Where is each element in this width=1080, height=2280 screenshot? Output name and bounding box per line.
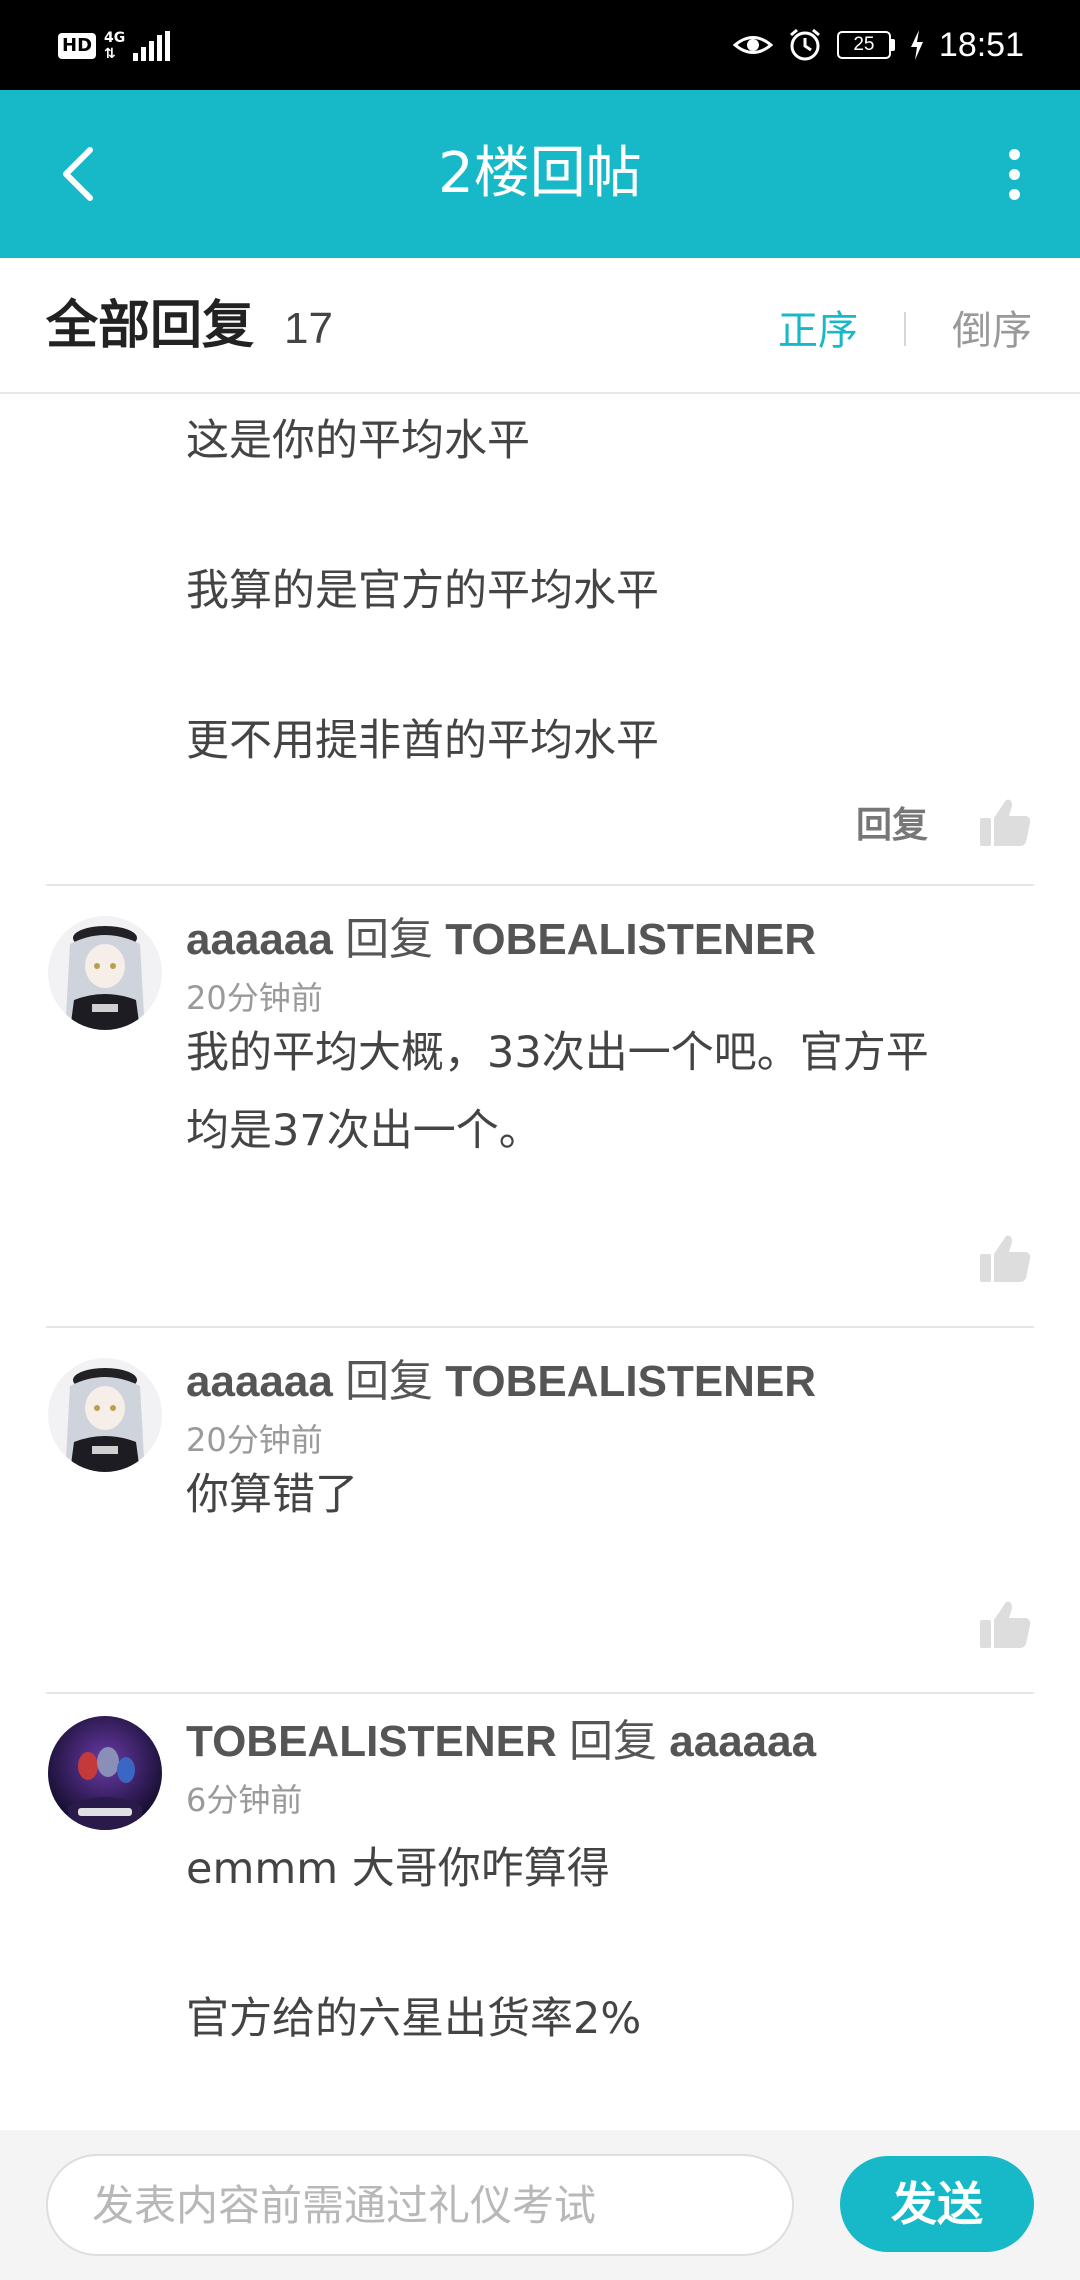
sort-divider	[904, 312, 906, 346]
reply-word: 回复	[569, 1717, 658, 1766]
comment-input[interactable]	[48, 2156, 792, 2254]
thumbs-up-icon[interactable]	[978, 1600, 1032, 1650]
thumbs-up-icon[interactable]	[978, 1234, 1032, 1284]
list-item: aaaaaa 回复 TOBEALISTENER 20分钟前 我的平均大概，33次…	[0, 886, 1080, 1326]
avatar[interactable]	[48, 916, 162, 1030]
reply-word: 回复	[345, 915, 434, 964]
data-arrows-icon: ⇅	[104, 46, 116, 62]
hd-badge: HD	[58, 33, 97, 59]
reply-button[interactable]: 回复	[856, 802, 928, 850]
charging-icon	[910, 30, 923, 60]
battery-level: 25	[836, 31, 891, 59]
reply-body-line: 官方给的六星出货率2%	[186, 1994, 642, 2044]
network-type: 4G ⇅	[104, 30, 125, 62]
more-vertical-icon	[1008, 148, 1020, 160]
list-item: aaaaaa 回复 TOBEALISTENER 20分钟前 你算错了	[0, 1328, 1080, 1692]
status-right: 25 18:51	[732, 22, 1024, 68]
battery-icon: 25	[836, 31, 895, 59]
reply-header: aaaaaa 回复 TOBEALISTENER	[186, 912, 816, 968]
avatar[interactable]	[48, 1358, 162, 1472]
reply-author[interactable]: aaaaaa	[186, 1357, 333, 1406]
status-bar: HD 4G ⇅ 25 18:51	[0, 0, 1080, 90]
reply-body-line: 更不用提非酋的平均水平	[186, 716, 659, 766]
page-title: 2楼回帖	[438, 141, 642, 206]
sort-ascending-tab[interactable]: 正序	[778, 306, 858, 356]
replies-header: 全部回复 17 正序 倒序	[0, 258, 1080, 394]
alarm-icon	[789, 28, 820, 61]
eye-comfort-icon	[732, 36, 773, 54]
replies-list[interactable]: 这是你的平均水平 我算的是官方的平均水平 更不用提非酋的平均水平 回复 aaaa…	[0, 394, 1080, 2130]
status-left: HD 4G ⇅	[58, 24, 171, 68]
signal-icon	[133, 31, 171, 61]
reply-body: 我的平均大概，33次出一个吧。官方平 均是37次出一个。	[186, 1014, 1026, 1170]
replies-count: 17	[284, 304, 333, 353]
reply-time: 20分钟前	[186, 979, 323, 1017]
reply-body: 这是你的平均水平 我算的是官方的平均水平 更不用提非酋的平均水平	[186, 394, 1026, 816]
reply-body-line: 这是你的平均水平	[186, 416, 530, 466]
reply-body: 你算错了	[186, 1456, 1026, 1534]
thumbs-up-icon[interactable]	[978, 798, 1032, 848]
reply-body-line: 我算的是官方的平均水平	[186, 566, 659, 616]
list-item: 这是你的平均水平 我算的是官方的平均水平 更不用提非酋的平均水平 回复	[0, 394, 1080, 884]
reply-body-line: 你算错了	[186, 1470, 358, 1520]
reply-body-line: emmm 大哥你咋算得	[186, 1844, 610, 1894]
clock: 18:51	[938, 25, 1024, 64]
more-menu-button[interactable]	[984, 134, 1044, 214]
comment-input-wrapper	[46, 2154, 794, 2256]
reply-author[interactable]: aaaaaa	[186, 915, 333, 964]
avatar-image	[48, 1358, 162, 1472]
app-header: 2楼回帖	[0, 90, 1080, 258]
reply-body-line: 我的平均大概，33次出一个吧。官方平	[186, 1028, 929, 1078]
network-label: 4G	[104, 30, 126, 46]
reply-body-line: 均是37次出一个。	[186, 1106, 542, 1156]
reply-target[interactable]: TOBEALISTENER	[445, 915, 816, 964]
reply-body: emmm 大哥你咋算得 官方给的六星出货率2%	[186, 1794, 1026, 2094]
avatar-image	[48, 916, 162, 1030]
reply-word: 回复	[345, 1357, 434, 1406]
list-item: TOBEALISTENER 回复 aaaaaa 6分钟前 emmm 大哥你咋算得…	[0, 1694, 1080, 2130]
reply-target[interactable]: TOBEALISTENER	[445, 1357, 816, 1406]
avatar[interactable]	[48, 1716, 162, 1830]
avatar-image	[48, 1716, 162, 1830]
reply-time: 20分钟前	[186, 1421, 323, 1459]
reply-target[interactable]: aaaaaa	[669, 1717, 816, 1766]
sort-descending-tab[interactable]: 倒序	[952, 306, 1032, 356]
reply-header: aaaaaa 回复 TOBEALISTENER	[186, 1354, 816, 1410]
comment-input-bar: 发送	[0, 2130, 1080, 2280]
reply-header: TOBEALISTENER 回复 aaaaaa	[186, 1714, 816, 1770]
send-button[interactable]: 发送	[840, 2156, 1034, 2252]
reply-author[interactable]: TOBEALISTENER	[186, 1717, 557, 1766]
replies-title: 全部回复	[46, 296, 255, 356]
